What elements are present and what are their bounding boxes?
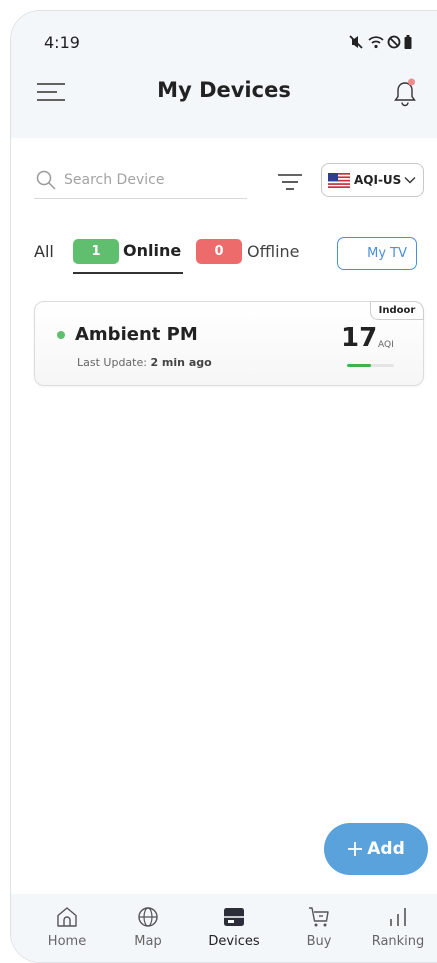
aqi-standard-label: AQI-US xyxy=(354,173,402,187)
nav-label-ranking: Ranking xyxy=(371,934,425,949)
nav-item-map[interactable]: Map xyxy=(113,904,183,949)
filter-button[interactable] xyxy=(277,172,303,192)
aqi-unit: AQI xyxy=(378,340,394,350)
bottom-nav: Home Map Devices Buy Ranking xyxy=(11,894,437,962)
device-filter-tabs: All 1 Online 0 Offline My TV xyxy=(34,237,434,281)
bell-icon xyxy=(394,78,416,107)
ranking-icon xyxy=(390,908,406,926)
home-icon xyxy=(57,907,77,927)
phone-screen: 4:19 My Devices Search Device AQI-US All… xyxy=(10,10,437,963)
status-time: 4:19 xyxy=(44,33,80,52)
search-input[interactable] xyxy=(64,171,234,188)
mute-icon xyxy=(349,35,363,49)
my-tv-button[interactable]: My TV xyxy=(337,237,417,270)
last-update: Last Update: 2 min ago xyxy=(77,356,212,369)
page-title: My Devices xyxy=(157,78,291,102)
nav-label-devices: Devices xyxy=(208,934,260,949)
location-tag: Indoor xyxy=(370,301,424,320)
add-device-button[interactable]: Add xyxy=(324,823,428,875)
us-flag-icon xyxy=(328,172,350,188)
tab-online[interactable]: Online xyxy=(123,241,181,260)
nav-item-devices[interactable]: Devices xyxy=(199,904,269,949)
status-icons xyxy=(349,35,412,49)
aqi-value: 17 xyxy=(341,323,378,353)
aqi-standard-select[interactable]: AQI-US xyxy=(321,163,424,197)
do-not-disturb-icon xyxy=(387,35,401,49)
online-status-dot xyxy=(57,331,65,339)
add-button-label: Add xyxy=(367,839,405,859)
chevron-down-icon xyxy=(404,177,416,184)
nav-label-home: Home xyxy=(47,934,87,949)
globe-icon xyxy=(138,907,158,927)
last-update-value: 2 min ago xyxy=(150,356,212,369)
notifications-button[interactable] xyxy=(392,77,418,107)
device-name: Ambient PM xyxy=(75,324,198,345)
search-icon xyxy=(36,170,56,190)
nav-item-ranking[interactable]: Ranking xyxy=(363,904,433,949)
offline-count-badge[interactable]: 0 xyxy=(196,239,242,264)
search-bar xyxy=(34,161,247,199)
cart-icon xyxy=(309,907,329,927)
aqi-level-fill xyxy=(347,364,371,367)
tab-offline[interactable]: Offline xyxy=(247,242,300,261)
nav-label-buy: Buy xyxy=(306,934,332,949)
nav-item-buy[interactable]: Buy xyxy=(284,904,354,949)
nav-item-home[interactable]: Home xyxy=(32,904,102,949)
online-count-badge[interactable]: 1 xyxy=(73,239,119,264)
active-tab-indicator xyxy=(73,272,183,274)
device-card[interactable]: Indoor Ambient PM Last Update: 2 min ago… xyxy=(34,301,424,386)
top-bar: 4:19 My Devices xyxy=(11,11,437,138)
filter-icon xyxy=(278,174,302,190)
nav-label-map: Map xyxy=(134,934,162,949)
battery-icon xyxy=(404,35,412,49)
devices-icon xyxy=(224,908,244,926)
plus-icon xyxy=(348,842,363,856)
last-update-prefix: Last Update: xyxy=(77,356,147,369)
wifi-icon xyxy=(368,36,384,49)
aqi-level-bar xyxy=(347,364,394,367)
tab-all[interactable]: All xyxy=(34,242,54,261)
